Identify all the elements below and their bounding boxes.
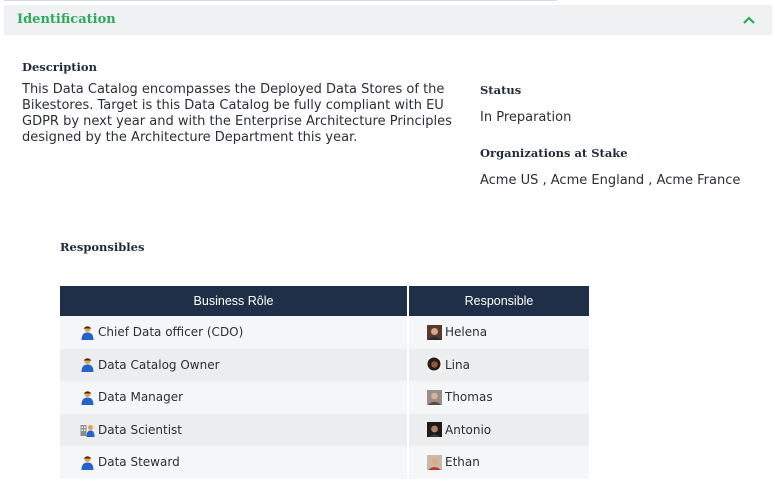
- description-label: Description: [22, 60, 97, 74]
- section-header[interactable]: Identification: [4, 5, 772, 35]
- table-row[interactable]: Data Manager Thomas: [60, 381, 589, 414]
- responsible-name[interactable]: Lina: [445, 358, 470, 372]
- status-label: Status: [480, 83, 522, 97]
- organization-person-icon: [80, 425, 95, 438]
- responsibles-label: Responsibles: [60, 240, 145, 254]
- role-name[interactable]: Data Scientist: [98, 423, 182, 437]
- responsible-name[interactable]: Thomas: [445, 390, 493, 404]
- description-line: GDPR by next year and with the Enterpris…: [22, 114, 452, 129]
- thomas-avatar: [427, 389, 442, 405]
- description-line: designed by the Architecture Department …: [22, 130, 358, 145]
- table-row[interactable]: Data Scientist Antonio: [60, 413, 589, 446]
- status-value: In Preparation: [480, 110, 572, 125]
- role-name[interactable]: Data Manager: [98, 390, 183, 404]
- person-icon: [81, 390, 94, 405]
- responsible-name[interactable]: Ethan: [445, 455, 480, 469]
- organizations-value: Acme US , Acme England , Acme France: [480, 173, 741, 188]
- column-header-role[interactable]: Business Rôle: [60, 286, 409, 316]
- table-row[interactable]: Data Catalog Owner Lina: [60, 348, 589, 381]
- antonio-avatar: [427, 422, 442, 438]
- role-name[interactable]: Data Catalog Owner: [98, 358, 220, 372]
- responsible-name[interactable]: Antonio: [445, 423, 491, 437]
- responsibles-table: Business Rôle Responsible Chief Data off…: [60, 286, 589, 479]
- responsible-name[interactable]: Helena: [445, 325, 487, 339]
- table-header-row: Business Rôle Responsible: [60, 286, 589, 316]
- organizations-label: Organizations at Stake: [480, 146, 628, 160]
- person-icon: [81, 325, 94, 340]
- lina-avatar: [427, 357, 442, 373]
- description-line: This Data Catalog encompasses the Deploy…: [22, 82, 445, 97]
- person-icon: [81, 358, 94, 373]
- helena-avatar: [427, 324, 442, 340]
- role-name[interactable]: Data Steward: [98, 455, 180, 469]
- chevron-up-icon[interactable]: [742, 14, 756, 26]
- table-row[interactable]: Chief Data officer (CDO) Helena: [60, 316, 589, 349]
- person-icon: [81, 455, 94, 470]
- table-row[interactable]: Data Steward Ethan: [60, 446, 589, 479]
- description-line: Bikestores. Target is this Data Catalog …: [22, 98, 444, 113]
- description-text: This Data Catalog encompasses the Deploy…: [22, 82, 472, 146]
- ethan-avatar: [427, 454, 442, 470]
- section-title: Identification: [17, 12, 116, 27]
- top-divider: [4, 0, 557, 1]
- column-header-responsible[interactable]: Responsible: [408, 286, 589, 316]
- role-name[interactable]: Chief Data officer (CDO): [98, 325, 243, 339]
